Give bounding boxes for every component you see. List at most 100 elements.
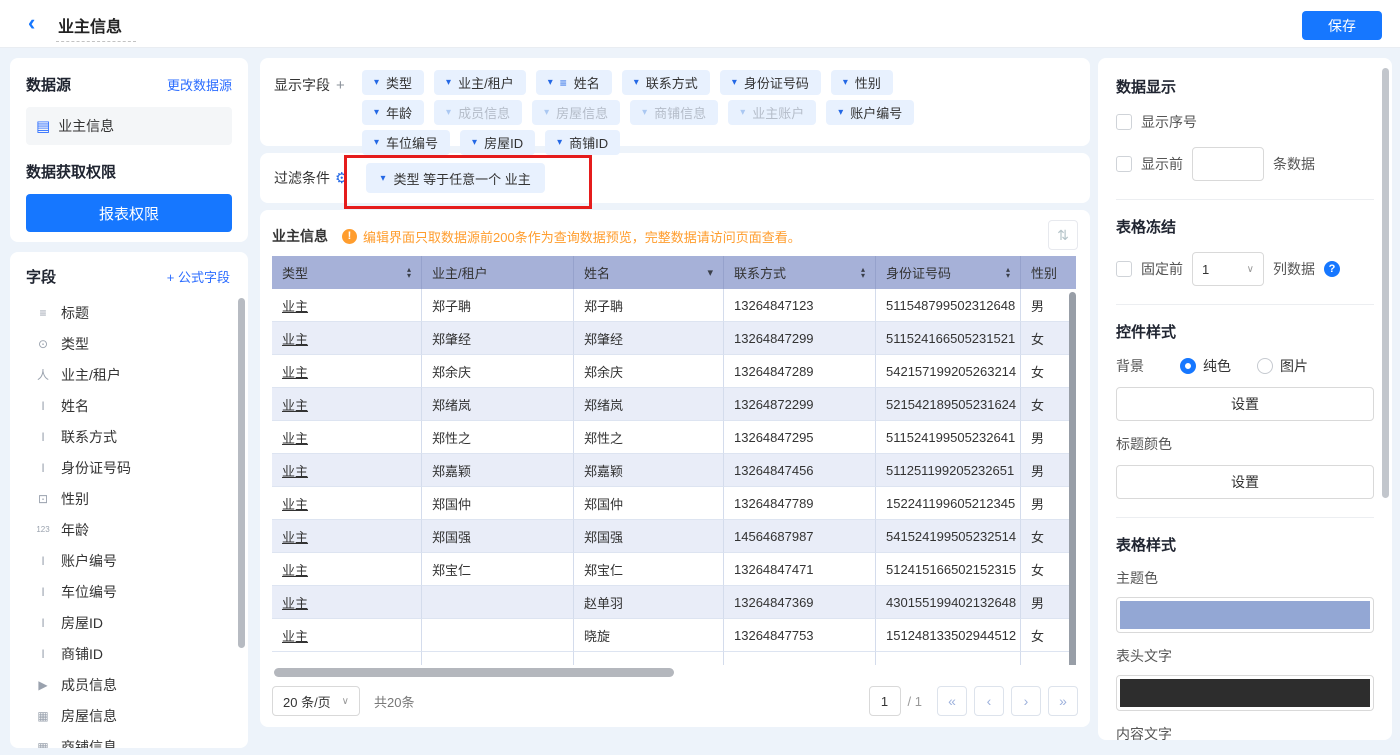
field-label: 性别	[61, 490, 89, 507]
show-first-checkbox[interactable]	[1116, 156, 1132, 172]
column-header-label: 性别	[1031, 266, 1058, 281]
field-item[interactable]: I 账户编号	[26, 545, 238, 576]
theme-color-fill	[1120, 601, 1370, 629]
display-field-tag[interactable]: ▾ 业主账户	[728, 100, 817, 125]
table-cell: 13264847456	[724, 454, 876, 487]
field-item[interactable]: ▶ 成员信息	[26, 669, 238, 700]
display-field-tag[interactable]: ▾ 车位编号	[362, 130, 451, 155]
text-icon: I	[41, 429, 45, 444]
display-field-tag[interactable]: ▾ 联系方式	[621, 70, 710, 95]
filter-condition-tag[interactable]: ▾ 类型 等于任意一个 业主	[366, 163, 545, 193]
background-set-button[interactable]: 设置	[1116, 387, 1374, 421]
display-field-tag[interactable]: ▾ 商铺ID	[545, 130, 621, 155]
display-field-tag[interactable]: ▾ 身份证号码	[719, 70, 821, 95]
column-header[interactable]: 身份证号码 ▴ ▾	[876, 256, 1021, 289]
column-header[interactable]: 联系方式 ▴ ▾	[724, 256, 876, 289]
column-header[interactable]: 业主/租户	[422, 256, 574, 289]
column-header[interactable]: 姓名 ▾	[574, 256, 724, 289]
field-item[interactable]: 123 年龄	[26, 514, 238, 545]
field-item[interactable]: ⊙ 类型	[26, 328, 238, 359]
solid-color-radio[interactable]	[1180, 358, 1196, 374]
display-field-tag[interactable]: ▾ 成员信息	[434, 100, 523, 125]
table-horizontal-scrollbar[interactable]	[272, 668, 1078, 677]
show-index-checkbox[interactable]	[1116, 114, 1132, 130]
field-item[interactable]: ▦ 商铺信息	[26, 731, 238, 749]
fields-scrollbar[interactable]	[238, 298, 245, 648]
fields-card: 字段 + 公式字段 ≡ 标题 ⊙ 类型⼈业主/租户 I 姓名 I 联系方式 I 身份证号码 ⊡ 性别 1…	[10, 252, 248, 748]
first-page-button[interactable]: «	[937, 686, 967, 716]
theme-color-swatch[interactable]	[1116, 597, 1374, 633]
table-vertical-scrollbar[interactable]	[1069, 292, 1076, 665]
display-field-tag[interactable]: ▾ 商铺信息	[630, 100, 719, 125]
column-header[interactable]: 类型 ▴ ▾	[272, 256, 422, 289]
scrollbar-thumb[interactable]	[274, 668, 674, 677]
display-field-tag[interactable]: ▾ 账户编号	[826, 100, 915, 125]
display-field-tags: ▾ 类型 ▾ 业主/租户 ▾ ≡ 姓名 ▾ 联系方式 ▾ 身份证号码 ▾ 性别 ▾ 年龄 ▾ 成员信息 ▾ 房屋信息…	[362, 70, 1076, 155]
field-item[interactable]: ⊡ 性别	[26, 483, 238, 514]
prev-page-button[interactable]: ‹	[974, 686, 1004, 716]
table-cell: 业主	[272, 553, 422, 586]
datasource-item[interactable]: ▤ 业主信息	[26, 107, 232, 145]
gear-icon[interactable]: ⚙	[335, 169, 348, 187]
table-cell: 13264847789	[724, 487, 876, 520]
field-item[interactable]: I 房屋ID	[26, 607, 238, 638]
header-text-swatch[interactable]	[1116, 675, 1374, 711]
display-field-tag[interactable]: ▾ 房屋ID	[460, 130, 536, 155]
title-icon: ≡	[39, 305, 47, 320]
freeze-count-select[interactable]: 1 ∨	[1192, 252, 1264, 286]
row-limit-input[interactable]	[1192, 147, 1264, 181]
table-cell: 业主	[272, 487, 422, 520]
display-field-tag[interactable]: ▾ 房屋信息	[532, 100, 621, 125]
tag-label: 商铺ID	[569, 136, 609, 151]
column-header[interactable]: 性别	[1021, 256, 1076, 289]
display-field-tag[interactable]: ▾ 业主/租户	[434, 70, 526, 95]
field-item[interactable]: ≡ 标题	[26, 297, 238, 328]
field-item[interactable]: I 联系方式	[26, 421, 238, 452]
tag-label: 年龄	[386, 106, 413, 121]
display-fields-text: 显示字段	[274, 77, 330, 93]
back-icon[interactable]: ‹	[28, 10, 35, 36]
panel-scrollbar[interactable]	[1382, 68, 1389, 498]
display-field-tag[interactable]: ▾ 类型	[362, 70, 425, 95]
field-item[interactable]: I 车位编号	[26, 576, 238, 607]
change-datasource-link[interactable]: 更改数据源	[167, 75, 232, 94]
sort-icon: ▴ ▾	[1006, 265, 1010, 279]
add-display-field-button[interactable]: +	[336, 77, 345, 94]
save-button[interactable]: 保存	[1302, 11, 1382, 40]
fields-heading: 字段	[26, 269, 57, 286]
tag-label: 商铺信息	[654, 106, 707, 121]
field-label: 姓名	[61, 397, 89, 414]
field-item[interactable]: I 姓名	[26, 390, 238, 421]
help-icon[interactable]: ?	[1324, 261, 1340, 277]
display-field-tag[interactable]: ▾ 年龄	[362, 100, 425, 125]
table-cell: 郑性之	[422, 421, 574, 454]
table-cell: 业主	[272, 289, 422, 322]
page-number-input[interactable]: 1	[868, 686, 901, 716]
report-permission-button[interactable]: 报表权限	[26, 194, 232, 232]
table-cell: 女	[1021, 322, 1076, 355]
table-cell: 女	[1021, 388, 1076, 421]
display-field-tag[interactable]: ▾ ≡ 姓名	[535, 70, 612, 95]
divider	[1116, 199, 1374, 200]
last-page-button[interactable]: »	[1048, 686, 1078, 716]
next-page-button[interactable]: ›	[1011, 686, 1041, 716]
title-color-set-button[interactable]: 设置	[1116, 465, 1374, 499]
warning-icon: !	[342, 228, 357, 244]
display-field-tag[interactable]: ▾ 性别	[830, 70, 893, 95]
field-item[interactable]: I 商铺ID	[26, 638, 238, 669]
field-label: 车位编号	[61, 583, 117, 600]
field-item[interactable]: ▦ 房屋信息	[26, 700, 238, 731]
image-radio[interactable]	[1257, 358, 1273, 374]
sort-icon: ▴ ▾	[407, 265, 411, 279]
page-size-select[interactable]: 20 条/页 ∨	[272, 686, 360, 716]
select-icon: ⊡	[37, 491, 49, 506]
add-formula-field-link[interactable]: + 公式字段	[167, 267, 230, 286]
table-cell	[574, 652, 724, 665]
field-item[interactable]: ⼈业主/租户	[26, 359, 238, 390]
show-index-label: 显示序号	[1141, 114, 1197, 130]
freeze-checkbox[interactable]	[1116, 261, 1132, 277]
sort-order-button[interactable]: ⇅	[1048, 220, 1078, 250]
solid-color-label: 纯色	[1203, 358, 1231, 374]
chevron-down-icon: ▾	[731, 77, 737, 88]
field-item[interactable]: I 身份证号码	[26, 452, 238, 483]
